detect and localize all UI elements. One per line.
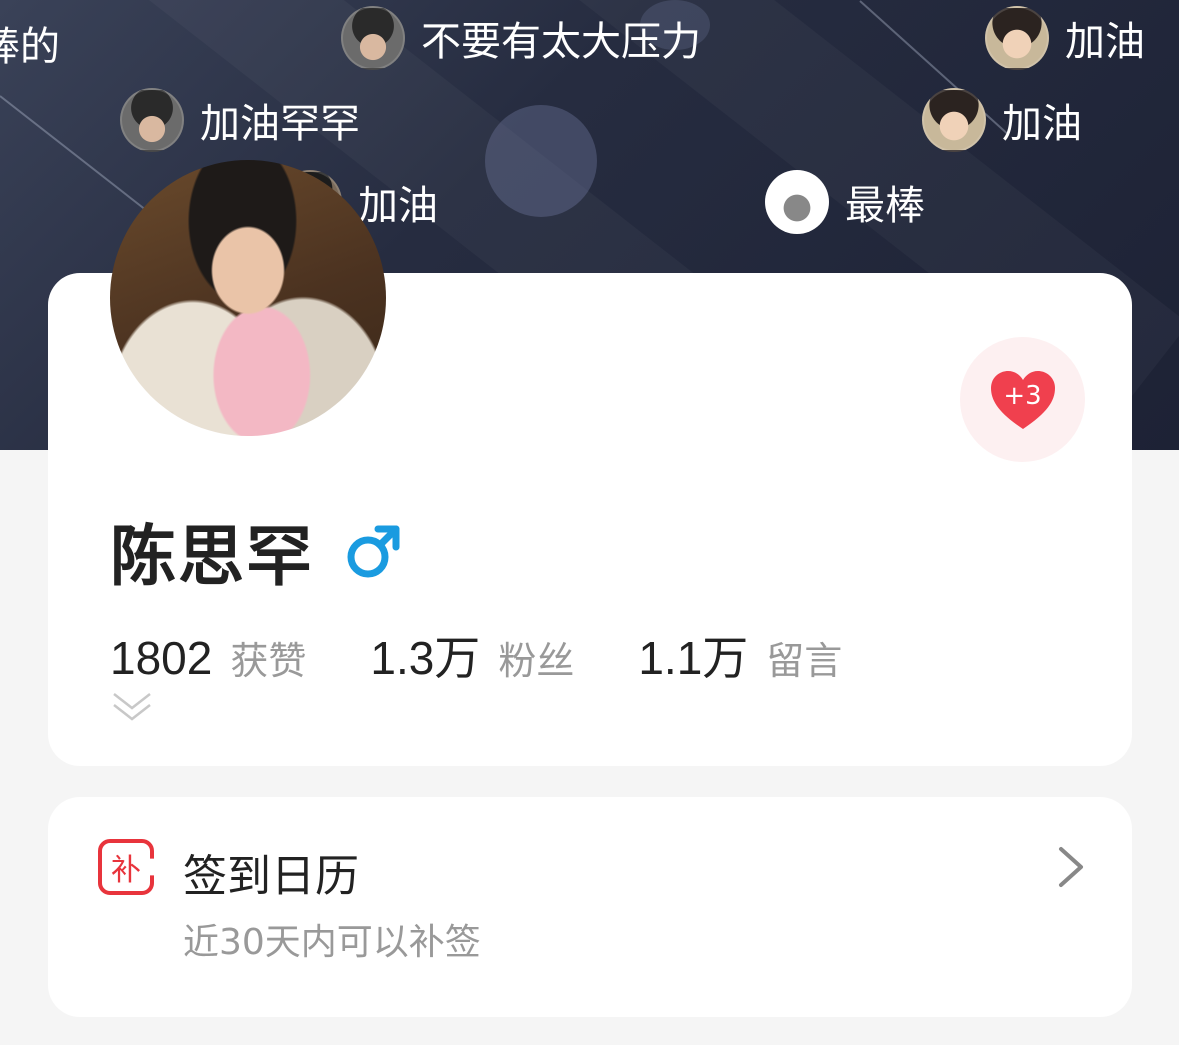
danmaku-text: 加油 [358, 183, 438, 229]
stat-label: 获赞 [230, 639, 307, 683]
danmaku-item: 最棒 [765, 170, 925, 234]
danmaku-item: 棒的 [0, 14, 60, 72]
like-button[interactable]: +3 [960, 337, 1085, 462]
danmaku-avatar [120, 88, 184, 152]
danmaku-text: 不要有太大压力 [421, 19, 701, 65]
danmaku-text: 最棒 [845, 183, 925, 229]
expand-chevron-icon[interactable] [112, 690, 152, 724]
profile-avatar[interactable] [110, 160, 386, 436]
checkin-calendar-title: 签到日历 [183, 851, 359, 902]
stat-fans[interactable]: 1.3万 粉丝 [370, 622, 574, 688]
stat-label: 留言 [766, 639, 843, 683]
like-count: +3 [1003, 380, 1042, 411]
danmaku-text: 加油罕罕 [200, 101, 360, 147]
chevron-right-icon[interactable] [1056, 846, 1086, 888]
checkin-calendar-card[interactable] [48, 797, 1132, 1017]
danmaku-avatar [922, 88, 986, 152]
stat-value: 1.3万 [370, 632, 481, 684]
male-icon [347, 525, 400, 578]
danmaku-text: 棒的 [0, 24, 60, 70]
profile-name: 陈思罕 [110, 518, 314, 595]
stat-value: 1802 [110, 632, 213, 684]
danmaku-avatar [341, 6, 405, 70]
stat-comments[interactable]: 1.1万 留言 [638, 622, 842, 688]
danmaku-item: 加油 [922, 88, 1082, 152]
name-row: 陈思罕 [110, 503, 404, 599]
danmaku-avatar [765, 170, 829, 234]
danmaku-text: 加油 [1002, 101, 1082, 147]
danmaku-text: 加油 [1065, 19, 1145, 65]
makeup-icon-text: 补 [111, 853, 141, 888]
danmaku-avatar [985, 6, 1049, 70]
danmaku-item: 加油 [985, 6, 1145, 70]
stat-likes[interactable]: 1802 获赞 [110, 630, 306, 685]
danmaku-item: 加油罕罕 [120, 88, 360, 152]
checkin-calendar-subtitle: 近30天内可以补签 [183, 922, 481, 963]
stats-row: 1802 获赞 1.3万 粉丝 1.1万 留言 [110, 622, 906, 688]
danmaku-item: 不要有太大压力 [341, 6, 701, 70]
heart-icon: +3 [989, 369, 1057, 431]
stat-label: 粉丝 [498, 639, 575, 683]
stat-value: 1.1万 [638, 632, 749, 684]
